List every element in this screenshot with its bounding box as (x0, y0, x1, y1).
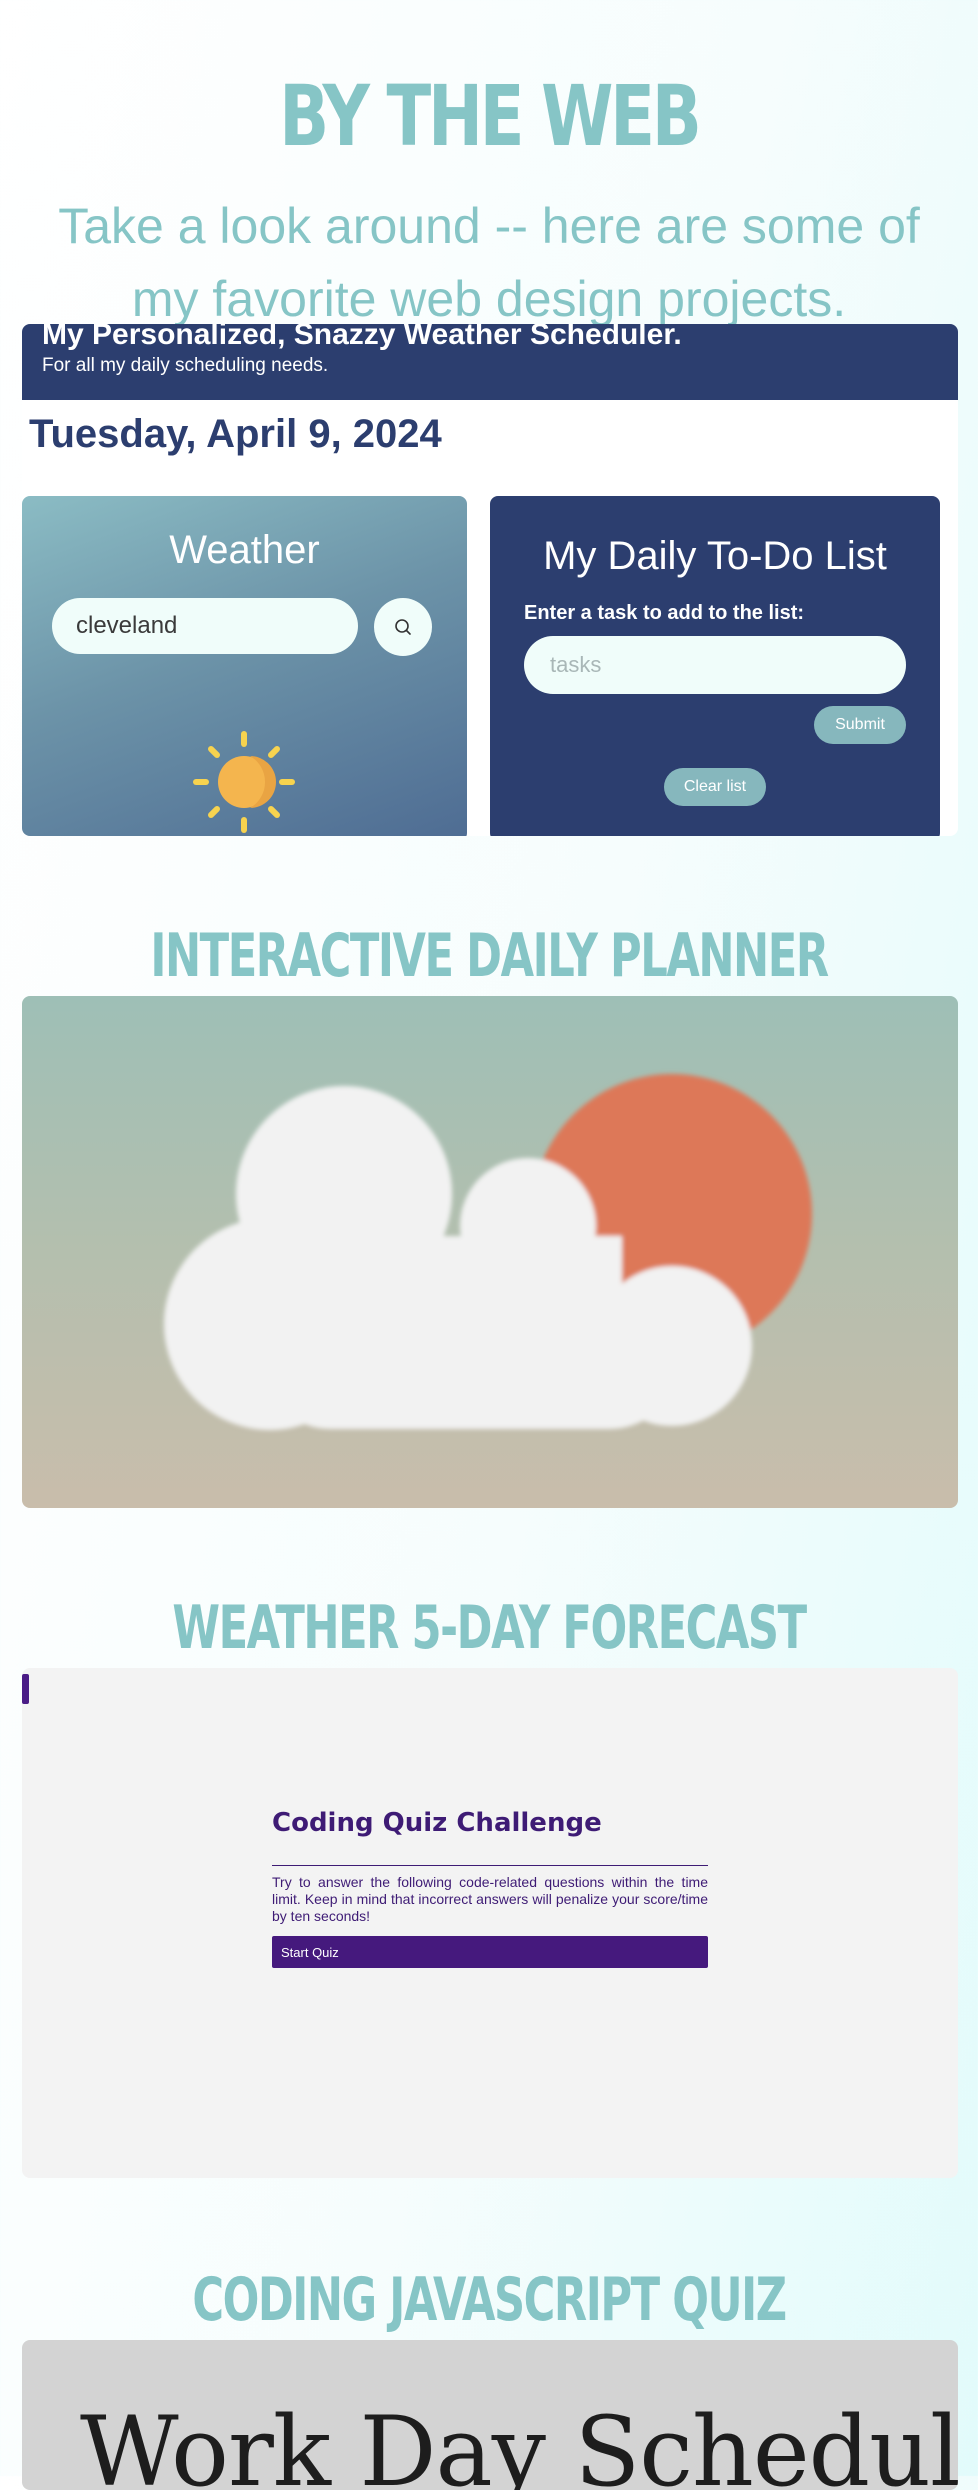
quiz-divider (272, 1865, 708, 1866)
project-preview-coding-quiz[interactable]: Coding Quiz Challenge Try to answer the … (22, 1668, 958, 2178)
scheduler-header: My Personalized, Snazzy Weather Schedule… (22, 324, 958, 400)
project-preview-work-day-scheduler[interactable]: Work Day Scheduler (22, 2340, 958, 2490)
intro-text: Take a look around -- here are some of m… (58, 198, 920, 327)
quiz-title: Coding Quiz Challenge (272, 1808, 602, 1838)
task-input[interactable]: tasks (524, 636, 906, 694)
todo-heading: My Daily To-Do List (543, 534, 887, 578)
sun-behind-cloud-icon (164, 1074, 812, 1430)
clear-list-button[interactable]: Clear list (664, 768, 766, 806)
scheduler-title: My Personalized, Snazzy Weather Schedule… (42, 324, 682, 351)
quiz-highscore-tab (22, 1674, 29, 1704)
project-preview-weather-forecast[interactable] (22, 996, 958, 1508)
scheduler-subtitle: For all my daily scheduling needs. (42, 355, 329, 376)
weather-heading: Weather (169, 528, 320, 572)
weather-panel: Weather cleveland (22, 496, 467, 836)
section-title-weather-forecast: WEATHER 5-DAY FORECAST (172, 1592, 807, 1663)
city-search-input[interactable]: cleveland (52, 598, 358, 654)
search-icon (395, 619, 411, 635)
project-preview-daily-planner[interactable]: My Personalized, Snazzy Weather Schedule… (22, 324, 958, 836)
todo-panel: My Daily To-Do List Enter a task to add … (490, 496, 940, 836)
start-quiz-button[interactable]: Start Quiz (272, 1936, 708, 1968)
section-title-coding-quiz: CODING JAVASCRIPT QUIZ (192, 2264, 787, 2335)
search-button[interactable] (374, 598, 432, 656)
current-date: Tuesday, April 9, 2024 (29, 412, 442, 456)
submit-button[interactable]: Submit (814, 706, 906, 744)
section-title-daily-planner: INTERACTIVE DAILY PLANNER (150, 920, 829, 991)
task-input-label: Enter a task to add to the list: (524, 602, 805, 624)
page-title: BY THE WEB (279, 67, 702, 166)
sun-icon (193, 731, 295, 833)
quiz-description: Try to answer the following code-related… (272, 1874, 708, 1924)
